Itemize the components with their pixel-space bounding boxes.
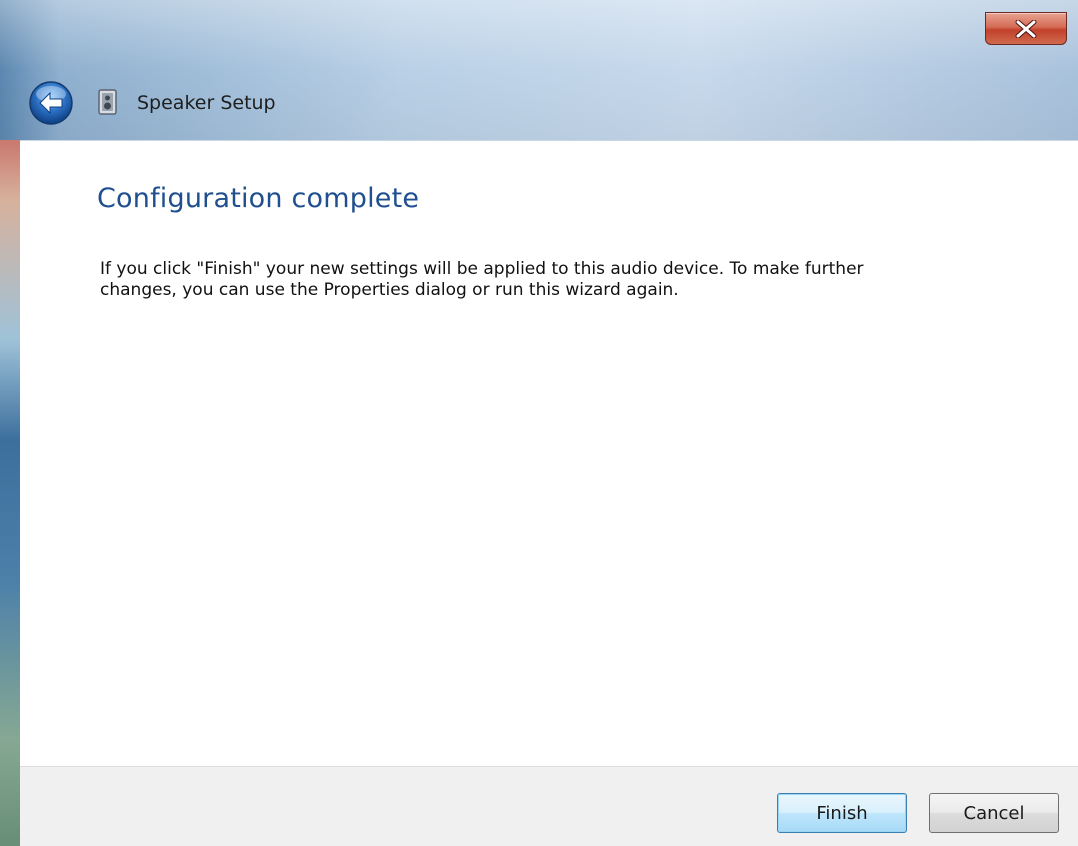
button-bar: Finish Cancel	[20, 766, 1078, 846]
speaker-icon	[94, 87, 122, 117]
close-button[interactable]	[985, 12, 1067, 45]
back-arrow-icon	[29, 81, 73, 125]
description-text: If you click "Finish" your new settings …	[100, 259, 864, 300]
close-icon	[1015, 19, 1037, 38]
finish-button[interactable]: Finish	[777, 793, 907, 833]
back-button[interactable]	[28, 80, 74, 126]
cancel-button[interactable]: Cancel	[929, 793, 1059, 833]
wizard-content: Configuration complete If you click "Fin…	[20, 140, 1078, 767]
page-heading: Configuration complete	[97, 183, 420, 214]
window-left-edge	[0, 140, 20, 846]
window-title: Speaker Setup	[137, 92, 276, 114]
window-frame: Speaker Setup Configuration complete If …	[0, 0, 1078, 846]
